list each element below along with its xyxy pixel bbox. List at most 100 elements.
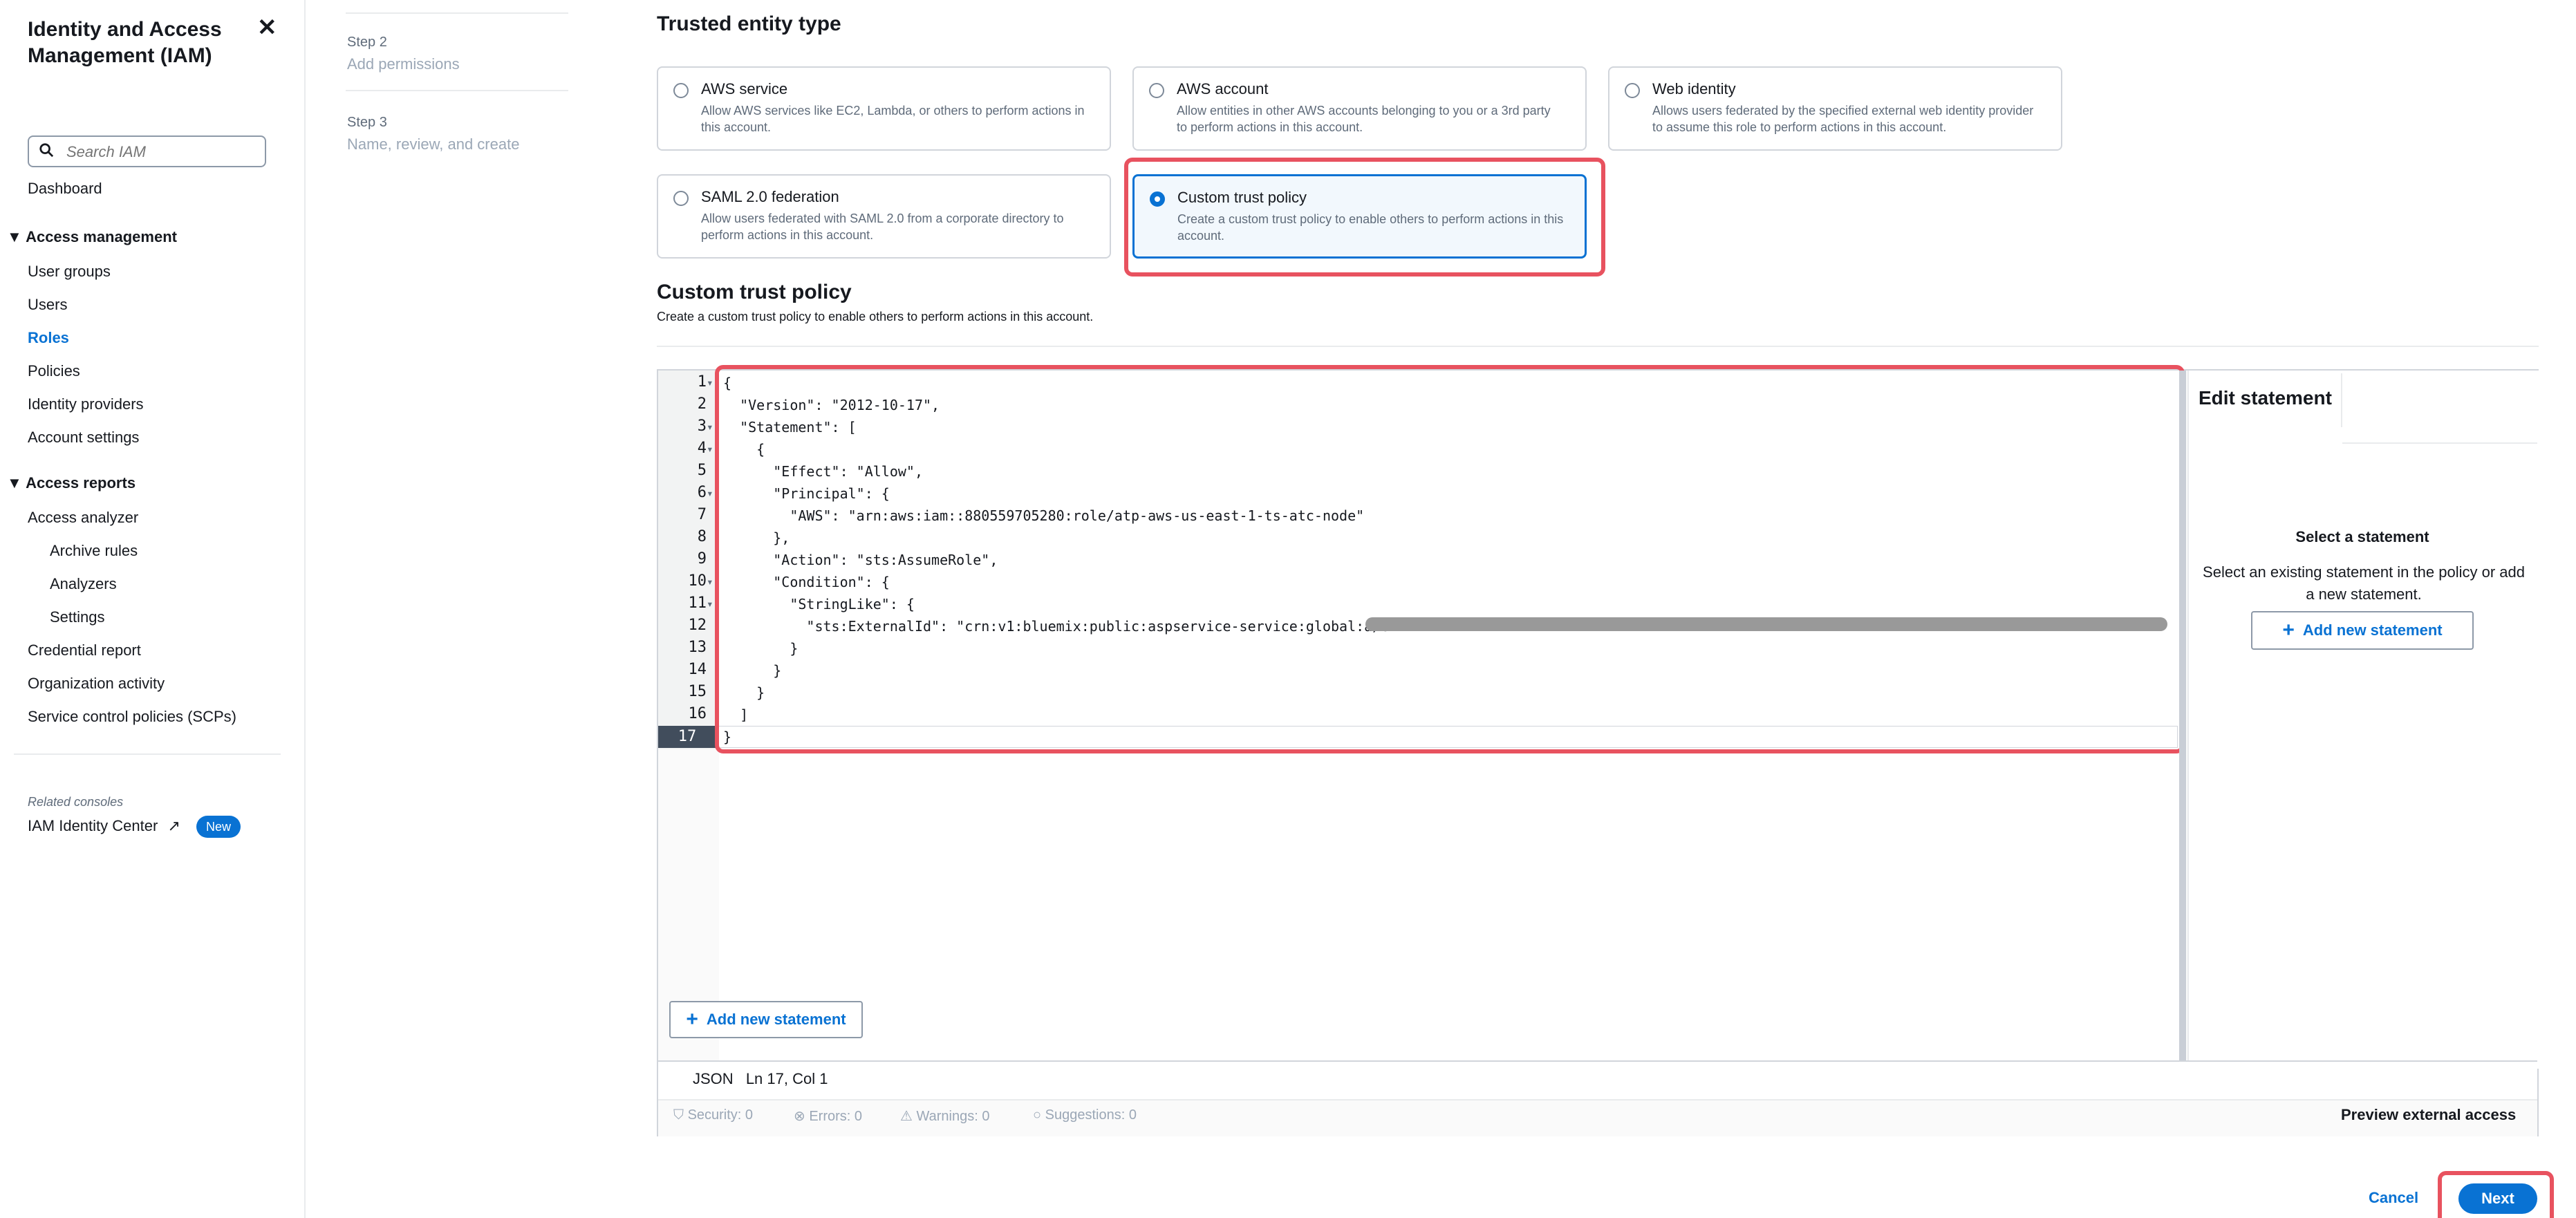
nav-analyzer-settings[interactable]: Settings (50, 608, 105, 626)
section-divider (657, 346, 2539, 347)
fold-icon[interactable]: ▾ (707, 420, 713, 433)
step-3-text: Name, review, and create (347, 135, 520, 153)
security-count: Security: 0 (687, 1107, 754, 1123)
option-saml-federation[interactable]: SAML 2.0 federation Allow users federate… (657, 174, 1111, 259)
line-number: 9 (697, 550, 707, 568)
iam-identity-center-link[interactable]: IAM Identity Center ↗ (28, 817, 180, 835)
search-input[interactable] (65, 140, 261, 165)
nav-credential-report[interactable]: Credential report (28, 641, 141, 659)
line-number-current: 17 (658, 726, 716, 748)
editor-status-bar (658, 1060, 2537, 1099)
cancel-button[interactable]: Cancel (2369, 1189, 2418, 1207)
security-check[interactable]: ⛉ Security: 0 (673, 1107, 753, 1123)
tab-label: Edit statement (2199, 387, 2332, 409)
edit-statement-panel (2187, 371, 2539, 1069)
fold-icon[interactable]: ▾ (707, 376, 713, 389)
search-box[interactable] (28, 135, 266, 167)
option-description: Allow AWS services like EC2, Lambda, or … (701, 104, 1085, 134)
fold-icon[interactable]: ▾ (707, 575, 713, 588)
highlight-box (715, 365, 2185, 753)
line-number: 3 (697, 418, 707, 435)
line-number: 10 (688, 572, 707, 590)
section-label: Access reports (26, 474, 136, 491)
tab-divider (2342, 442, 2537, 444)
nav-analyzers[interactable]: Analyzers (50, 575, 117, 593)
nav-scps[interactable]: Service control policies (SCPs) (28, 708, 236, 726)
plus-icon: + (2282, 619, 2295, 641)
tab-edit-statement[interactable]: Edit statement (2189, 373, 2342, 427)
line-number: 1 (697, 373, 707, 391)
option-description: Allow users federated with SAML 2.0 from… (701, 212, 1064, 242)
button-label: Add new statement (706, 1011, 846, 1028)
line-number: 5 (697, 462, 707, 479)
policy-heading: Custom trust policy (657, 281, 852, 303)
external-link-icon: ↗ (167, 817, 180, 834)
step-divider (346, 12, 568, 14)
button-label: Add new statement (2302, 621, 2443, 639)
line-number: 13 (688, 639, 707, 656)
nav-archive-rules[interactable]: Archive rules (50, 542, 138, 560)
add-new-statement-button[interactable]: + Add new statement (669, 1001, 863, 1038)
scrollbar[interactable] (2179, 371, 2186, 1069)
select-statement-title: Select a statement (2295, 528, 2429, 545)
sidebar-title: Identity and Access Management (IAM) (28, 18, 222, 67)
select-statement-description: Select an existing statement in the poli… (2203, 563, 2525, 603)
option-web-identity[interactable]: Web identity Allows users federated by t… (1608, 66, 2062, 151)
shield-icon: ⛉ (673, 1107, 684, 1123)
sidebar: Identity and Access Management (IAM) ✕ D… (0, 0, 306, 1218)
nav-dashboard[interactable]: Dashboard (28, 180, 102, 198)
section-label: Access management (26, 228, 177, 245)
add-new-statement-button-panel[interactable]: + Add new statement (2251, 611, 2474, 650)
step-3-label: Step 3 (347, 115, 387, 130)
caret-down-icon: ▼ (7, 474, 22, 491)
nav-users[interactable]: Users (28, 296, 67, 314)
highlight-box (1124, 158, 1605, 277)
line-number: 7 (697, 506, 707, 523)
option-aws-service[interactable]: AWS service Allow AWS services like EC2,… (657, 66, 1111, 151)
nav-policies[interactable]: Policies (28, 362, 80, 380)
warning-icon: ⚠ (900, 1109, 913, 1124)
suggestions-count: Suggestions: 0 (1045, 1107, 1137, 1123)
line-number: 16 (688, 705, 707, 722)
nav-section-access-reports[interactable]: ▼ Access reports (7, 474, 136, 492)
option-title: AWS service (701, 80, 788, 97)
new-badge: New (196, 816, 241, 838)
fold-icon[interactable]: ▾ (707, 487, 713, 500)
error-icon: ⊗ (794, 1109, 805, 1124)
sidebar-divider (14, 753, 281, 755)
nav-user-groups[interactable]: User groups (28, 263, 111, 281)
option-aws-account[interactable]: AWS account Allow entities in other AWS … (1132, 66, 1587, 151)
suggestion-icon: ○ (1033, 1107, 1042, 1123)
nav-organization-activity[interactable]: Organization activity (28, 675, 165, 693)
radio-button[interactable] (673, 83, 689, 98)
trusted-entity-heading: Trusted entity type (657, 12, 841, 35)
nav-identity-providers[interactable]: Identity providers (28, 395, 144, 413)
search-icon (39, 143, 54, 158)
preview-external-access-button[interactable]: Preview external access (2341, 1106, 2516, 1124)
option-description: Allows users federated by the specified … (1652, 104, 2034, 134)
close-icon[interactable]: ✕ (257, 14, 277, 41)
line-number: 15 (688, 683, 707, 700)
errors-check[interactable]: ⊗ Errors: 0 (794, 1107, 862, 1125)
nav-roles[interactable]: Roles (28, 329, 69, 347)
nav-section-access-management[interactable]: ▼ Access management (7, 228, 177, 246)
warnings-count: Warnings: 0 (916, 1109, 990, 1124)
fold-icon[interactable]: ▾ (707, 597, 713, 610)
status-format: JSON (693, 1070, 734, 1087)
nav-account-settings[interactable]: Account settings (28, 429, 139, 447)
radio-button[interactable] (1625, 83, 1640, 98)
related-consoles-label: Related consoles (28, 795, 124, 809)
plus-icon: + (686, 1008, 698, 1031)
errors-count: Errors: 0 (809, 1109, 863, 1124)
radio-button[interactable] (673, 191, 689, 206)
fold-icon[interactable]: ▾ (707, 442, 713, 456)
step-divider (346, 90, 568, 91)
radio-button[interactable] (1149, 83, 1164, 98)
suggestions-check[interactable]: ○ Suggestions: 0 (1033, 1107, 1137, 1123)
line-number: 14 (688, 661, 707, 678)
line-number: 8 (697, 528, 707, 545)
step-2-text: Add permissions (347, 55, 460, 73)
nav-access-analyzer[interactable]: Access analyzer (28, 509, 138, 527)
warnings-check[interactable]: ⚠ Warnings: 0 (900, 1107, 989, 1125)
line-number: 12 (688, 617, 707, 634)
